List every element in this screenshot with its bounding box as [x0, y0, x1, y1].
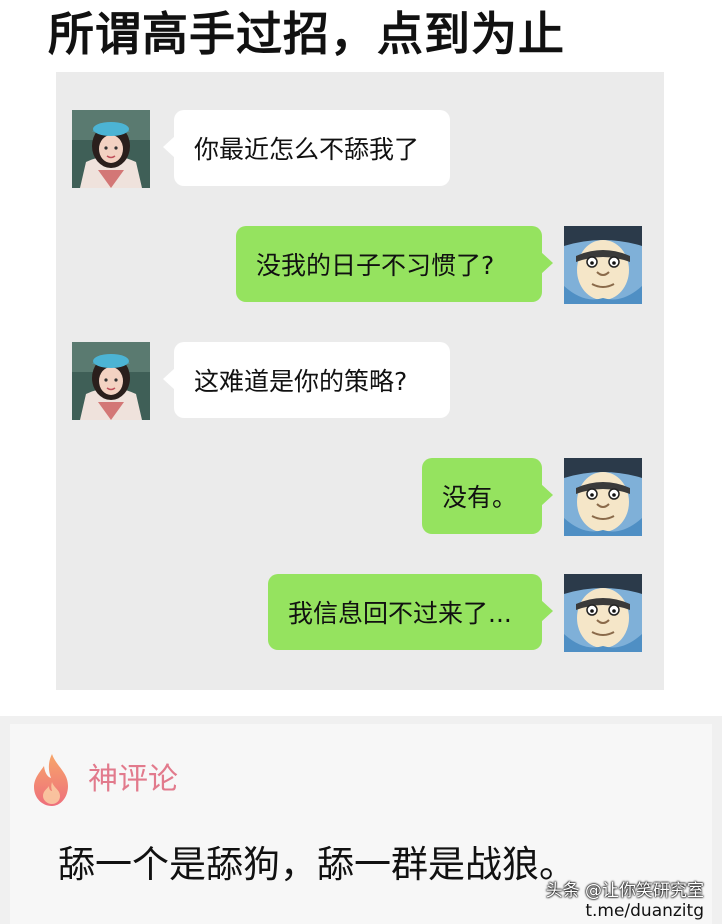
cartoon-face-avatar-icon[interactable]	[564, 458, 642, 536]
watermark: 头条 @让你笑研究室	[545, 881, 704, 901]
cartoon-face-avatar-icon[interactable]	[564, 574, 642, 652]
message-bubble[interactable]: 没有。	[422, 458, 553, 534]
message-bubble[interactable]: 我信息回不过来了...	[268, 574, 553, 650]
girl-avatar-icon[interactable]	[72, 342, 150, 420]
message-bubble[interactable]: 你最近怎么不舔我了	[163, 110, 450, 186]
page-title: 所谓高手过招，点到为止	[48, 7, 565, 61]
message-bubble[interactable]: 这难道是你的策略?	[163, 342, 450, 418]
message-bubble[interactable]: 没我的日子不习惯了?	[236, 226, 553, 302]
watermark-link: t.me/duanzitg	[585, 901, 704, 921]
comment-label: 神评论	[88, 762, 178, 797]
fire-icon	[30, 752, 74, 808]
comment-text: 舔一个是舔狗，舔一群是战狼。	[58, 843, 576, 886]
girl-avatar-icon[interactable]	[72, 110, 150, 188]
cartoon-face-avatar-icon[interactable]	[564, 226, 642, 304]
